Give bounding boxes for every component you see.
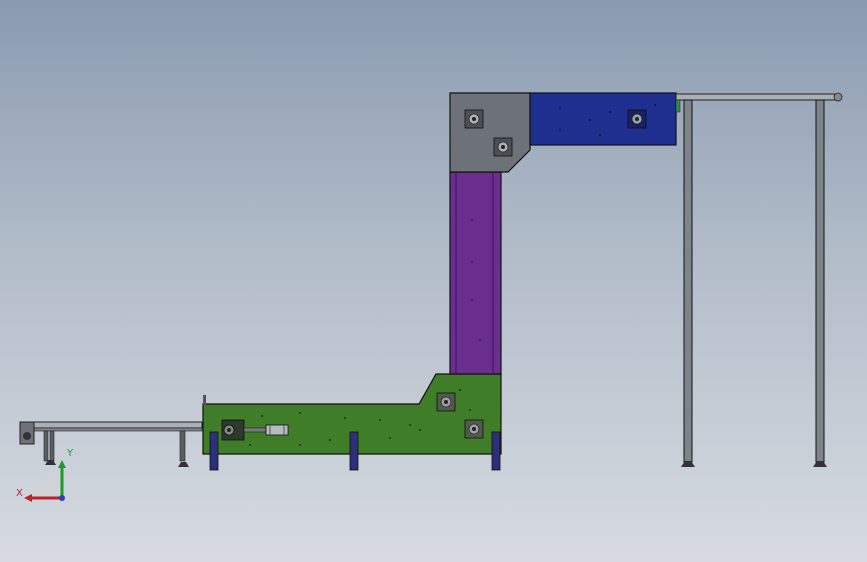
- output-frame[interactable]: [675, 92, 843, 467]
- top-conveyor-box[interactable]: [529, 92, 677, 146]
- y-axis-label: Y: [66, 448, 74, 459]
- x-axis-label: X: [16, 488, 23, 499]
- vertical-column[interactable]: [449, 171, 502, 375]
- conveyor-model[interactable]: [0, 0, 867, 562]
- upper-corner-box[interactable]: [449, 92, 531, 173]
- top-bearing: [627, 109, 647, 129]
- input-pulley-icon: [23, 432, 31, 440]
- corner-bearing-bottom: [493, 137, 513, 157]
- cad-viewport[interactable]: Y X: [0, 0, 867, 562]
- coordinate-triad[interactable]: Y X: [12, 440, 82, 510]
- corner-bearing-top: [464, 109, 484, 129]
- lower-bearing-upper: [436, 392, 456, 412]
- lower-bearing-lower: [464, 419, 484, 439]
- lower-body[interactable]: [202, 373, 502, 471]
